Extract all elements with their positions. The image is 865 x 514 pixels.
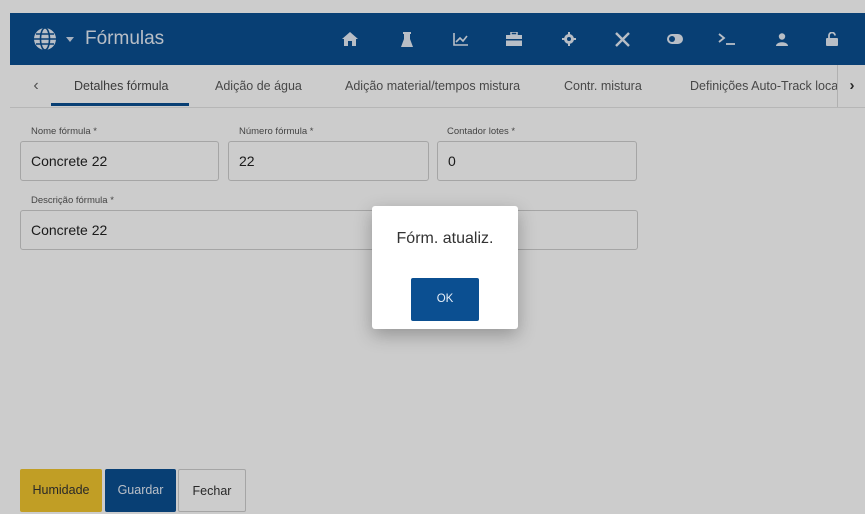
confirmation-dialog: Fórm. atualiz. OK xyxy=(372,206,518,329)
dialog-message: Fórm. atualiz. xyxy=(396,230,494,247)
ok-button[interactable]: OK xyxy=(411,278,479,321)
